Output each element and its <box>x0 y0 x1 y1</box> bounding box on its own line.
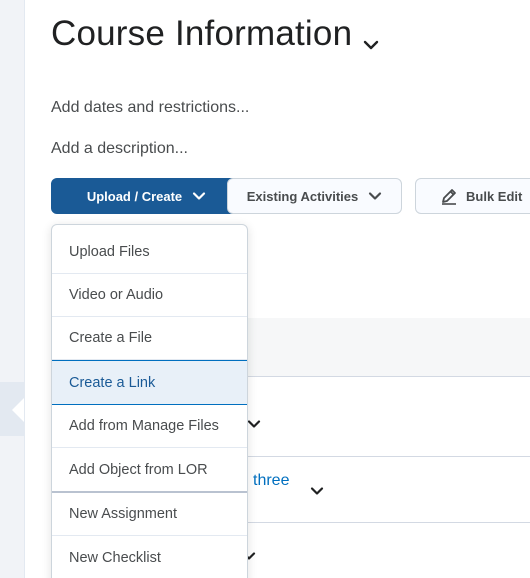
page: Course Information Add dates and restric… <box>0 0 530 578</box>
menu-item-add-from-manage-files[interactable]: Add from Manage Files <box>52 405 247 448</box>
pencil-icon <box>442 189 456 205</box>
add-dates-link[interactable]: Add dates and restrictions... <box>51 99 249 117</box>
upload-create-menu: Upload Files Video or Audio Create a Fil… <box>51 224 248 578</box>
list-item <box>248 318 530 376</box>
upload-create-button[interactable]: Upload / Create <box>51 178 242 214</box>
menu-item-create-a-file[interactable]: Create a File <box>52 317 247 360</box>
chevron-down-icon <box>193 192 206 200</box>
existing-activities-label: Existing Activities <box>246 188 359 204</box>
menu-item-upload-files[interactable]: Upload Files <box>52 231 247 274</box>
menu-item-new-assignment[interactable]: New Assignment <box>52 493 247 536</box>
add-description-link[interactable]: Add a description... <box>51 140 188 158</box>
list-divider <box>248 376 530 377</box>
existing-activities-button[interactable]: Existing Activities <box>227 178 402 214</box>
menu-item-new-checklist[interactable]: New Checklist <box>52 536 247 578</box>
chevron-down-icon[interactable] <box>362 36 380 54</box>
chevron-down-icon[interactable] <box>310 484 324 498</box>
caret-left-icon <box>12 398 24 422</box>
list-divider <box>248 456 530 457</box>
menu-item-video-or-audio[interactable]: Video or Audio <box>52 274 247 317</box>
list-divider <box>248 522 530 523</box>
menu-item-add-object-from-lor[interactable]: Add Object from LOR <box>52 448 247 491</box>
bulk-edit-button[interactable]: Bulk Edit <box>415 178 530 214</box>
chevron-down-icon <box>369 192 382 200</box>
chevron-down-icon[interactable] <box>247 417 261 431</box>
topic-link[interactable]: three <box>253 472 289 490</box>
side-panel <box>0 0 24 578</box>
bulk-edit-label: Bulk Edit <box>466 188 523 204</box>
upload-create-label: Upload / Create <box>86 188 183 204</box>
side-panel-divider <box>24 0 25 578</box>
menu-item-create-a-link[interactable]: Create a Link <box>52 360 247 405</box>
page-title: Course Information <box>51 14 353 53</box>
